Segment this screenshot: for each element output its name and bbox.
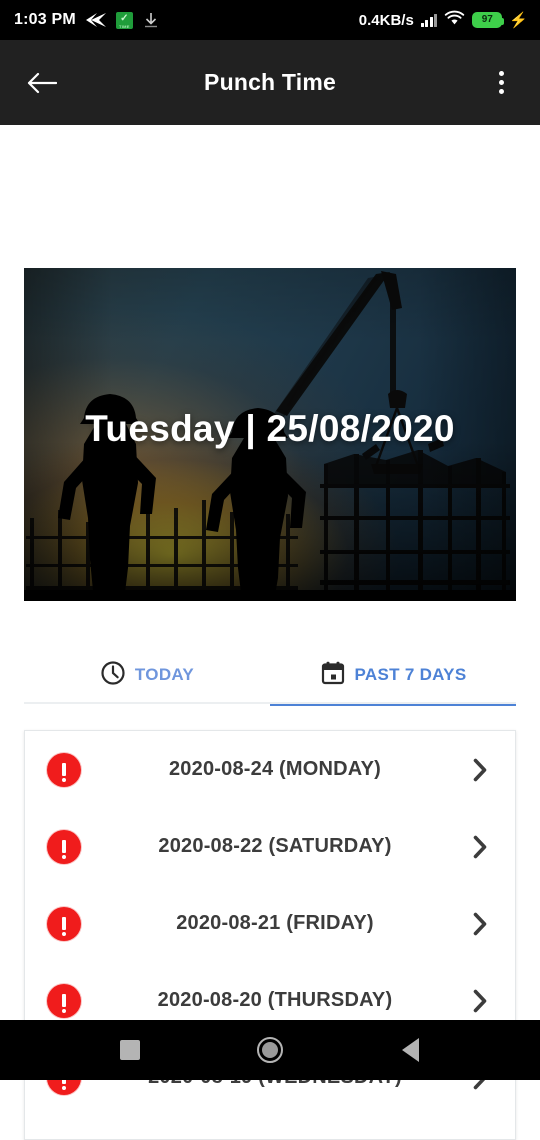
tab-past-7-days-label: PAST 7 DAYS (354, 665, 467, 684)
wifi-icon (444, 10, 465, 31)
table-row[interactable]: 2020-08-21 (FRIDAY) (25, 885, 515, 962)
exclamation-glyph (62, 763, 66, 782)
home-button[interactable] (200, 1020, 340, 1080)
square-recents-icon (120, 1040, 140, 1060)
overflow-menu-button[interactable] (484, 63, 518, 103)
battery-icon: 97 (472, 12, 505, 28)
more-vertical-icon-dot (498, 71, 504, 76)
circle-home-icon (257, 1037, 283, 1063)
row-date-label: 2020-08-24 (MONDAY) (168, 758, 382, 780)
battery-percent: 97 (481, 14, 493, 25)
table-row[interactable]: 2020-08-22 (SATURDAY) (25, 808, 515, 885)
exclamation-glyph (62, 917, 66, 936)
alert-circle-icon (47, 829, 81, 864)
date-banner[interactable]: Tuesday | 25/08/2020 (24, 268, 516, 601)
time-app-icon-label: TIME (118, 23, 130, 29)
clock-icon (100, 660, 126, 691)
chevron-right-icon[interactable] (469, 758, 491, 782)
app-bar: Punch Time (0, 40, 540, 125)
battery-cap (501, 18, 505, 25)
android-nav-bar (0, 1020, 540, 1080)
tab-today[interactable]: TODAY (24, 644, 270, 706)
nav-back-button[interactable] (340, 1020, 480, 1080)
status-bar-right: 0.4KB/s 97 ⚡ (359, 10, 528, 31)
row-date-label: 2020-08-20 (THURSDAY) (157, 989, 393, 1011)
triangle-back-icon (401, 1038, 419, 1062)
status-bar: 1:03 PM ✓ TIME 0.4KB/s 97 ⚡ (0, 0, 540, 40)
status-bar-left: 1:03 PM ✓ TIME (14, 11, 160, 29)
more-vertical-icon-dot (498, 89, 504, 94)
exclamation-glyph (62, 840, 66, 859)
chevron-right-icon[interactable] (469, 835, 491, 859)
check-glyph: ✓ (120, 12, 129, 24)
network-speed: 0.4KB/s (358, 11, 414, 29)
calendar-icon (320, 660, 346, 691)
charging-bolt-icon: ⚡ (509, 11, 528, 29)
signal-icon (420, 13, 438, 27)
time-app-icon: ✓ TIME (115, 11, 133, 29)
download-icon (142, 11, 160, 29)
alert-circle-icon (47, 983, 81, 1018)
send-icon (85, 12, 107, 28)
tab-past-7-days[interactable]: PAST 7 DAYS (270, 644, 516, 706)
page-title: Punch Time (204, 69, 336, 95)
row-date-label: 2020-08-21 (FRIDAY) (176, 912, 374, 934)
tab-bar: TODAY PAST 7 DAYS (24, 644, 516, 706)
chevron-right-icon[interactable] (469, 912, 491, 936)
banner-date-title: Tuesday | 25/08/2020 (85, 408, 455, 449)
alert-circle-icon (47, 752, 81, 787)
more-vertical-icon-dot (498, 80, 504, 85)
main-content: Tuesday | 25/08/2020 TODAY PAST 7 DAYS 2… (0, 125, 540, 1140)
status-time: 1:03 PM (14, 11, 76, 28)
tab-bar-divider (24, 702, 516, 704)
table-row[interactable]: 2020-08-24 (MONDAY) (25, 731, 515, 808)
row-date-label: 2020-08-22 (SATURDAY) (158, 835, 392, 857)
back-arrow-icon (27, 72, 57, 93)
alert-circle-icon (47, 906, 81, 941)
chevron-right-icon[interactable] (469, 989, 491, 1013)
recents-button[interactable] (60, 1020, 200, 1080)
tab-today-label: TODAY (134, 665, 195, 684)
exclamation-glyph (62, 994, 66, 1013)
back-button[interactable] (22, 63, 62, 103)
